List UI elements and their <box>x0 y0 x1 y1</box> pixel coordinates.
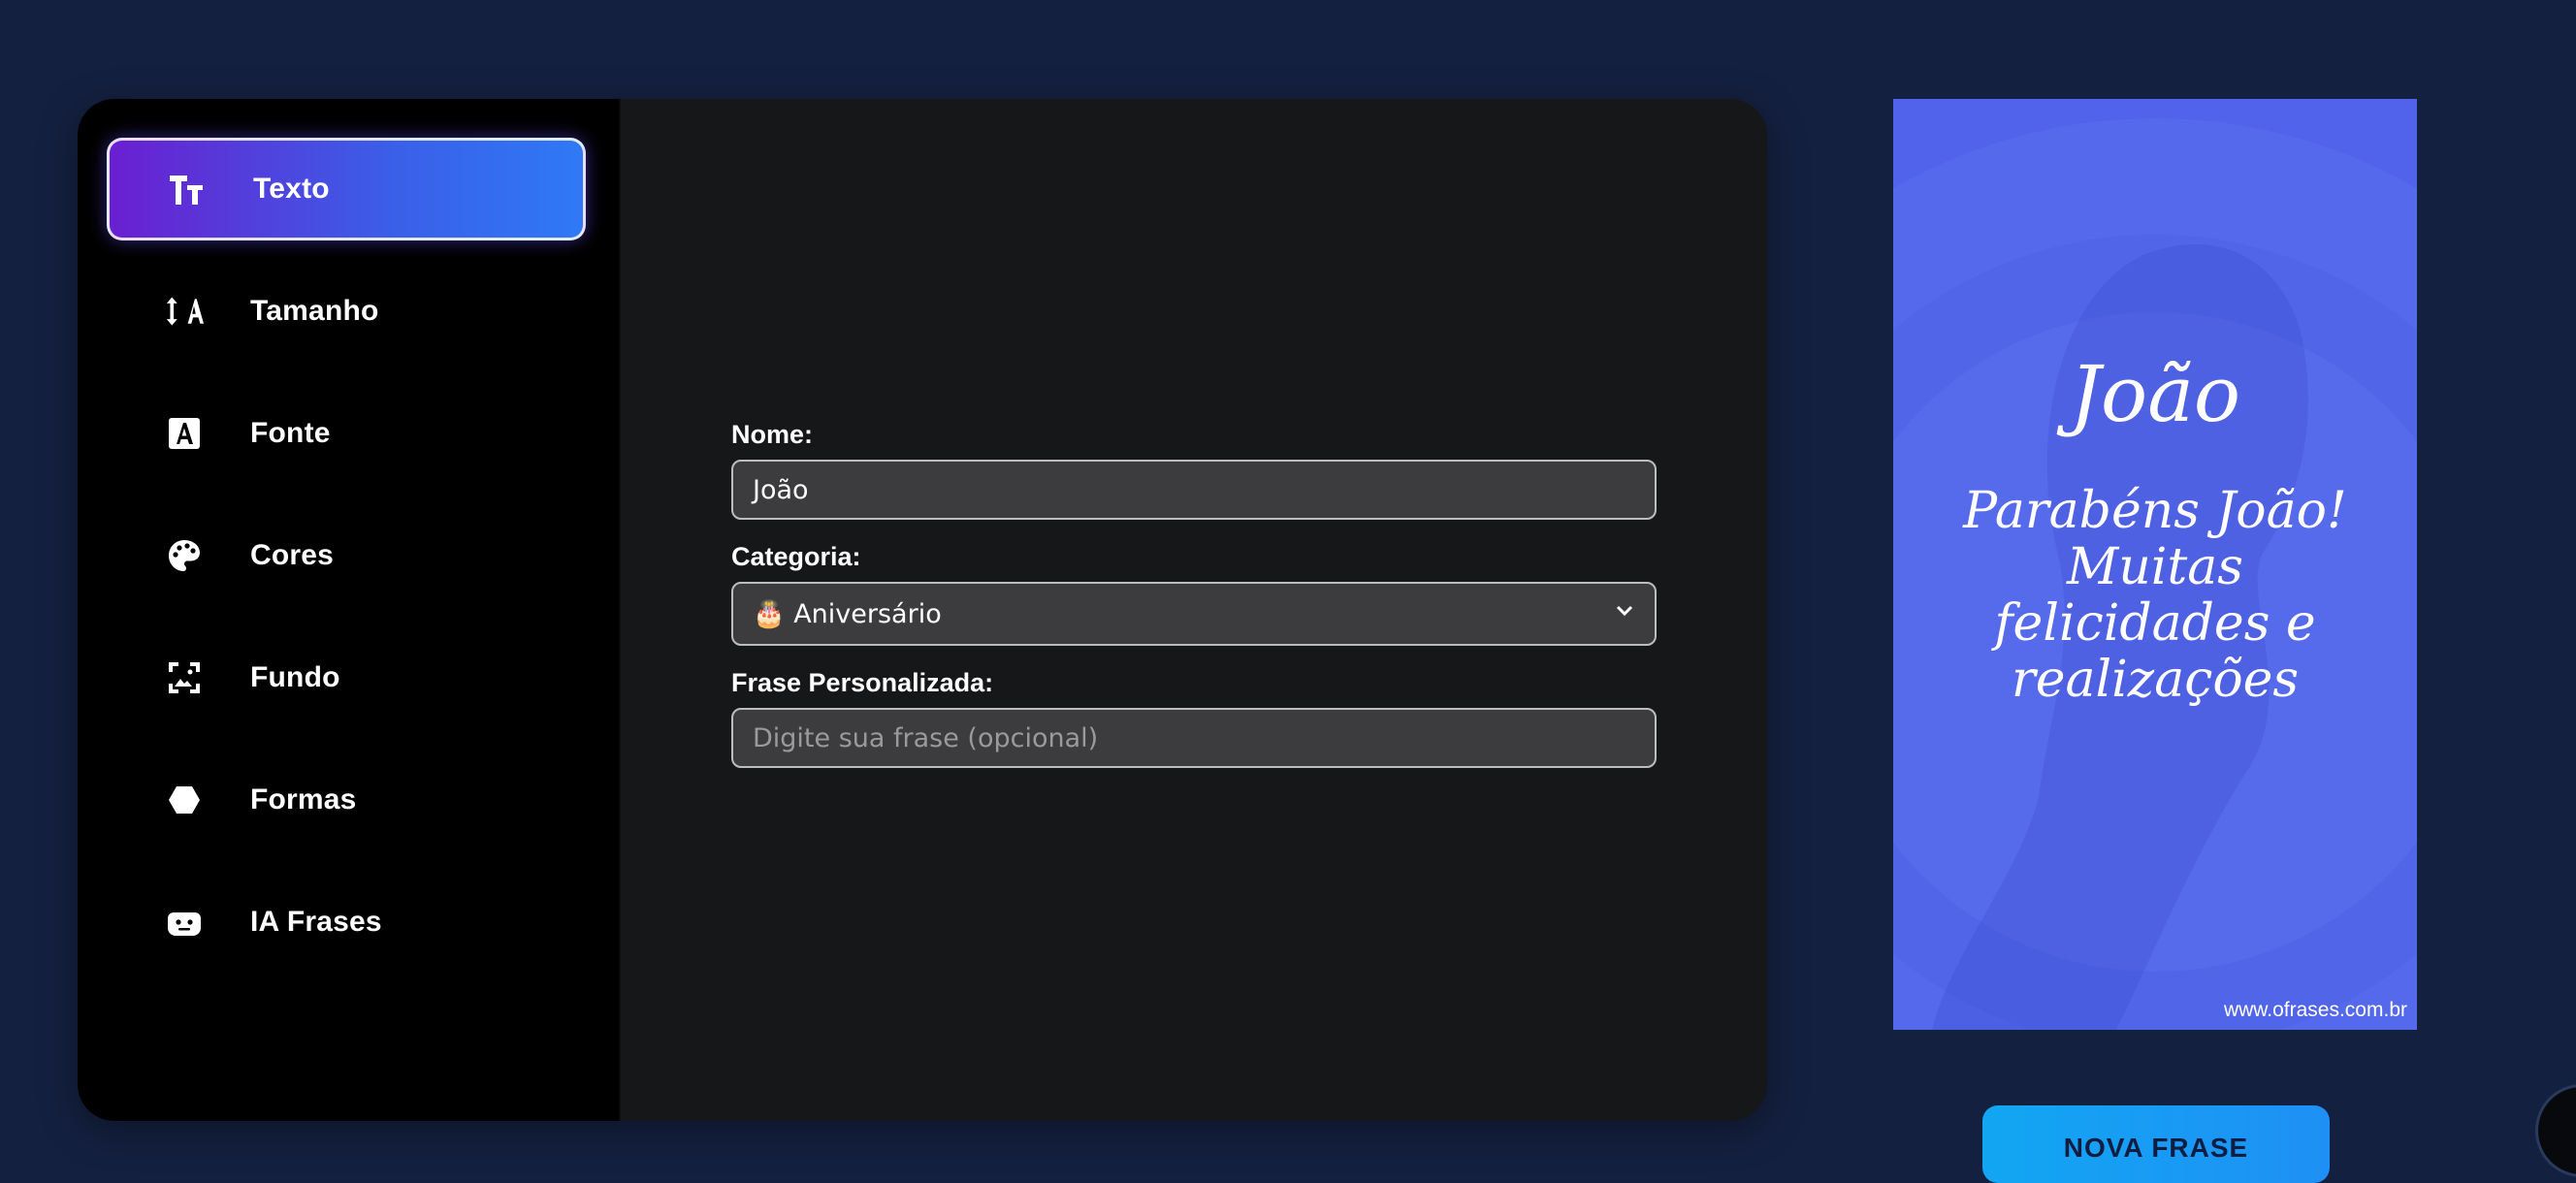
name-input[interactable]: João <box>731 460 1657 520</box>
floating-action-button[interactable] <box>2535 1084 2576 1177</box>
sidebar-item-label: IA Frases <box>250 906 382 938</box>
sidebar-item-label: Fundo <box>250 661 340 693</box>
sidebar-item-tamanho[interactable]: Tamanho <box>107 260 586 363</box>
preview-message-line: felicidades e <box>1994 594 2316 653</box>
tool-sidebar: Texto Tamanho Fonte Cores Fundo Formas I… <box>78 99 621 1121</box>
phrase-input[interactable]: Digite sua frase (opcional) <box>731 708 1657 768</box>
sidebar-item-label: Cores <box>250 539 335 571</box>
sidebar-item-label: Formas <box>250 783 357 815</box>
preview-name: João <box>2069 349 2241 439</box>
preview-message-line: Parabéns João! <box>1963 482 2347 540</box>
image-frame-icon <box>165 658 204 697</box>
text-form: Nome: João Categoria: 🎂 Aniversário Fras… <box>731 419 1657 789</box>
sidebar-item-texto[interactable]: Texto <box>107 138 586 240</box>
sidebar-item-ia-frases[interactable]: IA Frases <box>107 871 586 974</box>
sidebar-item-cores[interactable]: Cores <box>107 504 586 607</box>
sidebar-item-label: Fonte <box>250 417 331 449</box>
card-preview: João Parabéns João! Muitas felicidades e… <box>1893 99 2417 1030</box>
phrase-label: Frase Personalizada: <box>731 668 994 697</box>
palette-icon <box>165 536 204 575</box>
chevron-down-icon <box>1614 600 1635 627</box>
hexagon-icon <box>165 781 204 819</box>
sidebar-item-formas[interactable]: Formas <box>107 749 586 851</box>
category-label: Categoria: <box>731 542 861 571</box>
text-size-icon <box>168 170 207 208</box>
sidebar-item-fundo[interactable]: Fundo <box>107 626 586 729</box>
new-phrase-button-label: NOVA FRASE <box>2063 1133 2249 1163</box>
preview-message-line: realizações <box>2011 651 2300 709</box>
font-icon <box>165 414 204 453</box>
category-select[interactable]: 🎂 Aniversário <box>731 582 1657 646</box>
category-select-value: 🎂 Aniversário <box>753 599 942 629</box>
resize-text-icon <box>165 292 204 331</box>
new-phrase-button[interactable]: NOVA FRASE <box>1982 1105 2330 1183</box>
sidebar-item-label: Texto <box>253 173 330 205</box>
editor-panel: Texto Tamanho Fonte Cores Fundo Formas I… <box>78 99 1767 1121</box>
sidebar-item-label: Tamanho <box>250 295 379 327</box>
preview-message-line: Muitas <box>2067 538 2243 596</box>
sidebar-item-fonte[interactable]: Fonte <box>107 382 586 485</box>
preview-watermark: www.ofrases.com.br <box>2223 999 2407 1021</box>
name-input-value: João <box>753 474 809 505</box>
phrase-input-placeholder: Digite sua frase (opcional) <box>753 722 1099 753</box>
robot-icon <box>165 903 204 942</box>
name-label: Nome: <box>731 420 814 449</box>
